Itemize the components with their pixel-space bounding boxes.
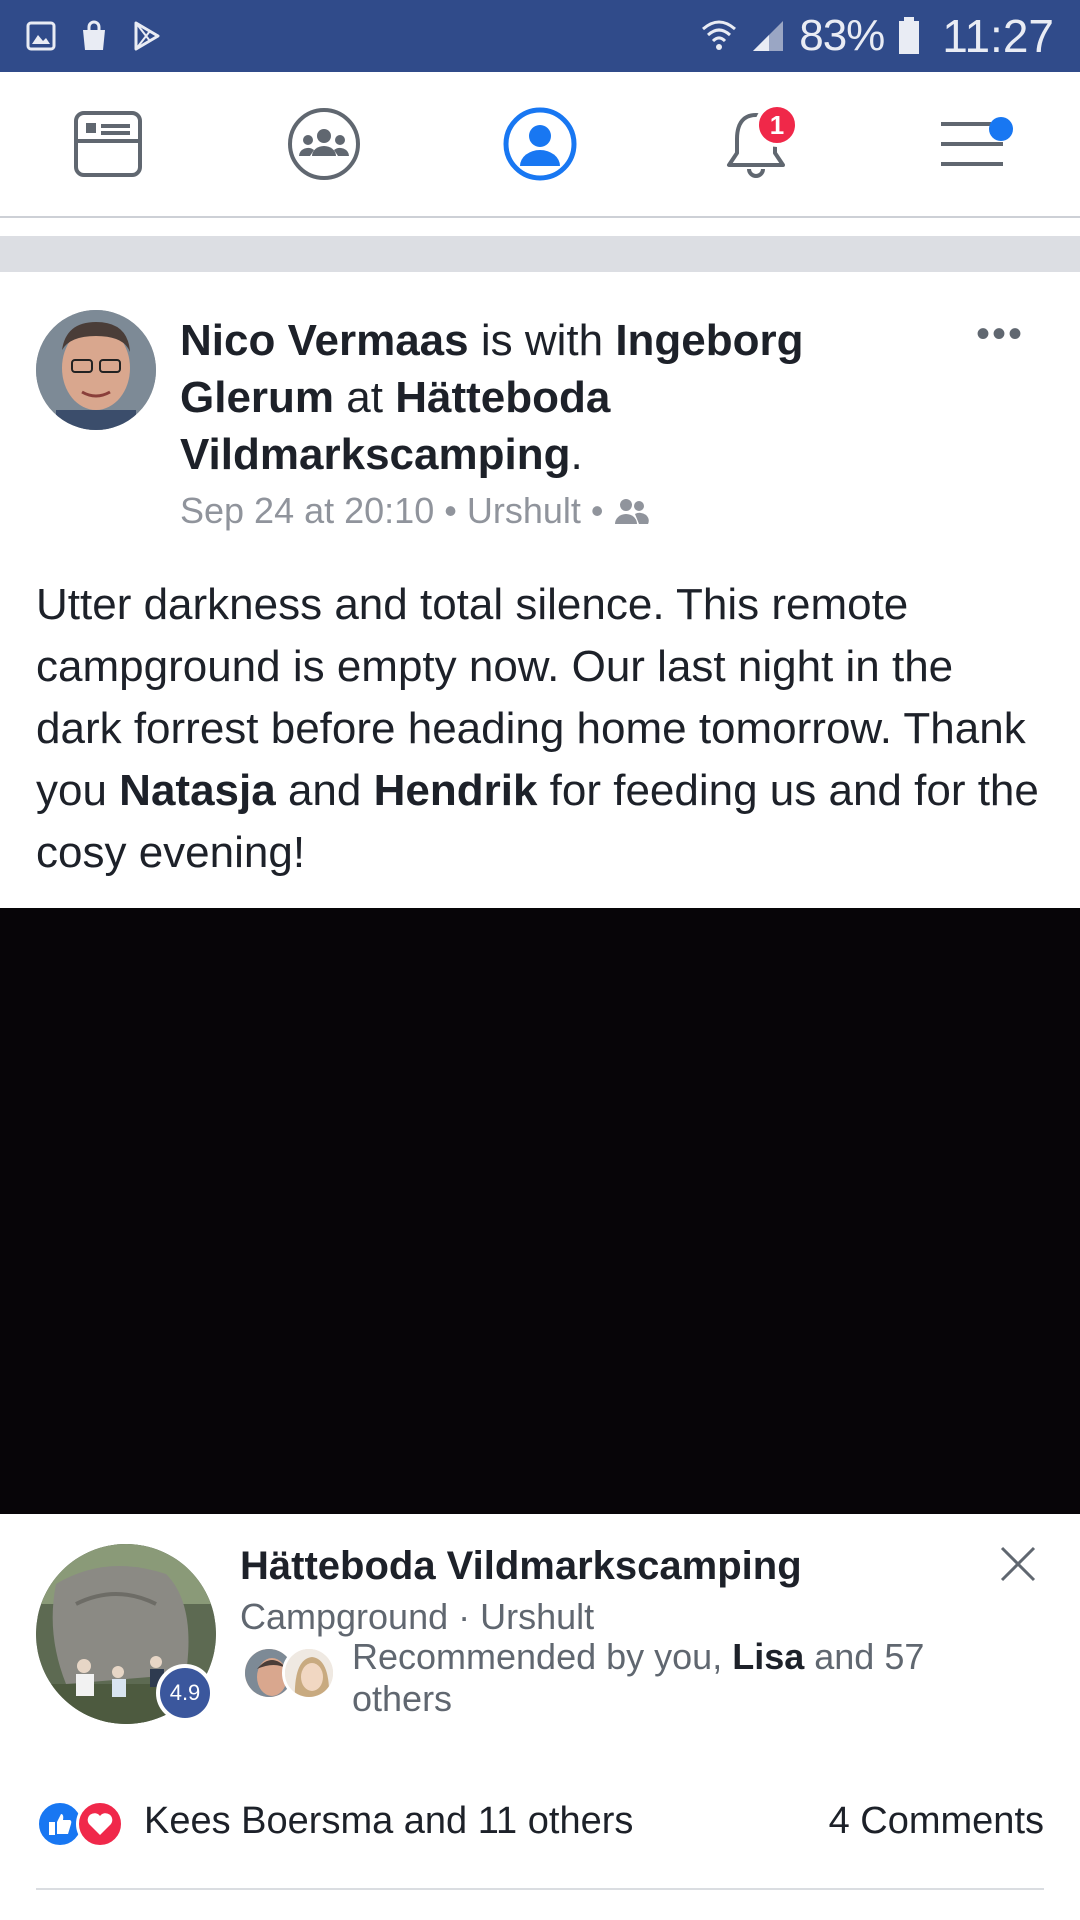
reactions-divider — [36, 1888, 1044, 1890]
reactions-summary[interactable]: Kees Boersma and 11 others — [144, 1800, 633, 1843]
post-location[interactable]: Urshult — [467, 490, 581, 532]
post-header-text: Nico Vermaas is with Ingeborg Glerum at … — [180, 312, 880, 483]
author-name[interactable]: Nico Vermaas — [180, 316, 469, 365]
post-body-part-2: and — [275, 766, 374, 815]
menu-notification-dot — [989, 117, 1013, 141]
author-avatar[interactable] — [36, 310, 156, 430]
post-date[interactable]: Sep 24 at 20:10 — [180, 490, 434, 532]
place-recommendations: Recommended by you, Lisa and 57 others — [352, 1636, 972, 1720]
recommender-avatar-2 — [282, 1646, 336, 1700]
place-name[interactable]: Hätteboda Vildmarkscamping — [240, 1544, 802, 1589]
thumbs-up-icon — [49, 1814, 72, 1835]
place-card[interactable]: 4.9 Hätteboda Vildmarkscamping Campgroun… — [0, 1514, 1080, 1754]
notification-badge: 1 — [755, 103, 799, 147]
top-nav-bar: 1 — [0, 72, 1080, 218]
mention-natasja[interactable]: Natasja — [119, 766, 276, 815]
recommender-avatars — [242, 1646, 342, 1702]
wifi-icon — [702, 20, 737, 50]
gallery-icon — [26, 21, 56, 51]
nav-news-feed[interactable] — [53, 89, 163, 199]
profile-icon — [503, 107, 577, 181]
place-rating-badge: 4.9 — [156, 1664, 214, 1722]
avatar-image — [36, 310, 156, 430]
love-reaction — [76, 1800, 124, 1848]
rec-name[interactable]: Lisa — [732, 1636, 804, 1677]
groups-icon — [288, 108, 360, 180]
status-bar: 83% 11:27 — [0, 0, 1080, 72]
place-subtitle: Campground · Urshult — [240, 1596, 595, 1637]
mention-hendrik[interactable]: Hendrik — [374, 766, 538, 815]
shopping-bag-icon — [83, 20, 105, 50]
status-bar-right: 83% 11:27 — [701, 9, 1054, 63]
signal-icon — [753, 21, 784, 51]
post-more-options-button[interactable]: ••• — [976, 312, 1024, 357]
post-photo[interactable] — [0, 908, 1080, 1514]
battery-icon — [899, 17, 920, 54]
feed-separator — [0, 236, 1080, 272]
at-text: at — [334, 373, 396, 422]
heart-icon — [87, 1813, 113, 1835]
end-punct: . — [570, 430, 583, 479]
meta-separator: • — [444, 490, 457, 531]
play-store-icon — [134, 21, 160, 51]
nav-menu[interactable] — [917, 89, 1027, 199]
post-meta: Sep 24 at 20:10 • Urshult • — [180, 490, 650, 532]
battery-percent: 83% — [799, 11, 885, 60]
status-bar-left — [26, 20, 162, 52]
reaction-icons[interactable] — [36, 1800, 136, 1850]
post-body: Utter darkness and total silence. This r… — [36, 574, 1046, 884]
with-text: is with — [468, 316, 616, 365]
news-feed-icon — [74, 111, 142, 177]
comments-count[interactable]: 4 Comments — [829, 1800, 1044, 1843]
post-header: Nico Vermaas is with Ingeborg Glerum at … — [0, 272, 1080, 542]
nav-groups[interactable] — [269, 89, 379, 199]
nav-profile[interactable] — [485, 89, 595, 199]
rec-prefix: Recommended by you, — [352, 1636, 733, 1677]
reactions-bar: Kees Boersma and 11 others 4 Comments — [0, 1788, 1080, 1858]
clock: 11:27 — [942, 10, 1054, 62]
close-icon[interactable] — [996, 1542, 1040, 1586]
friends-icon — [615, 499, 650, 524]
nav-notifications[interactable]: 1 — [701, 89, 811, 199]
meta-separator-2: • — [590, 490, 604, 531]
